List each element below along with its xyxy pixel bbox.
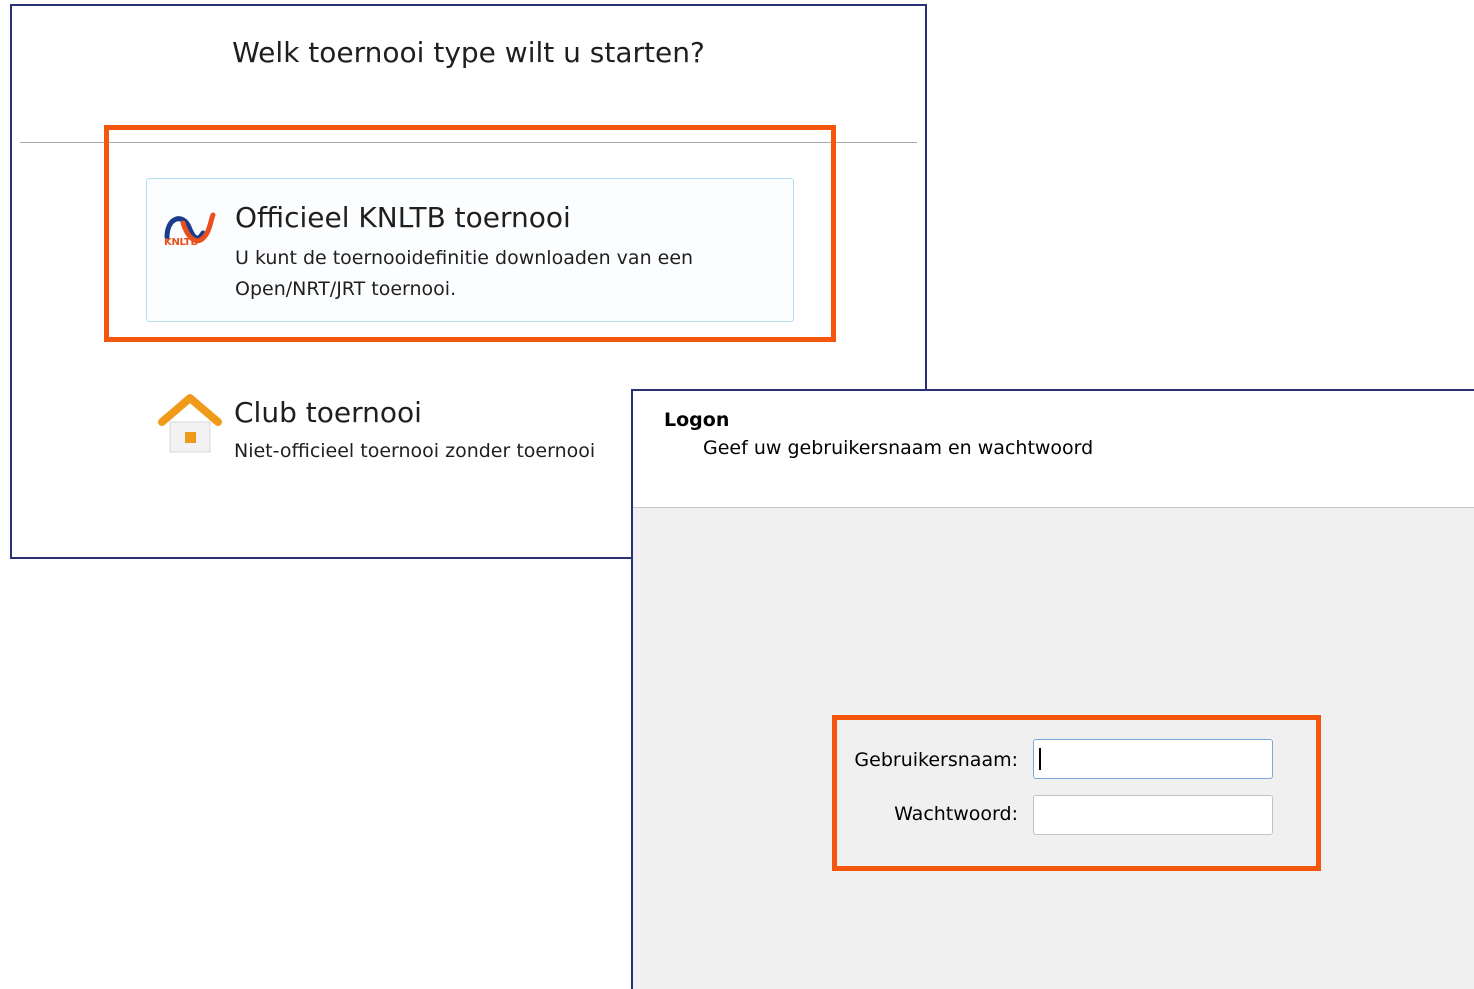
option-title: Officieel KNLTB toernooi — [235, 201, 571, 234]
house-icon — [158, 394, 222, 453]
text-caret — [1039, 748, 1041, 770]
option-description: Niet-officieel toernooi zonder toernooi — [234, 440, 596, 462]
option-knltb-tournament[interactable]: KNLTB Officieel KNLTB toernooi U kunt de… — [146, 178, 794, 322]
logon-subtitle: Geef uw gebruikersnaam en wachtwoord — [703, 437, 1094, 459]
username-label: Gebruikersnaam: — [854, 749, 1018, 771]
knltb-logo-icon — [164, 212, 216, 244]
logon-title: Logon — [664, 409, 730, 431]
logon-header: Logon Geef uw gebruikersnaam en wachtwoo… — [633, 391, 1474, 508]
option-description: U kunt de toernooidefinitie downloaden v… — [235, 247, 694, 300]
dialog-title: Welk toernooi type wilt u starten? — [232, 36, 705, 69]
logon-dialog: Logon Geef uw gebruikersnaam en wachtwoo… — [631, 389, 1474, 989]
divider — [20, 142, 917, 143]
password-input[interactable] — [1033, 795, 1273, 835]
username-input[interactable] — [1033, 739, 1273, 779]
knltb-logo-text: KNLTB — [164, 237, 198, 248]
password-label: Wachtwoord: — [894, 803, 1018, 825]
option-title: Club toernooi — [234, 396, 422, 429]
